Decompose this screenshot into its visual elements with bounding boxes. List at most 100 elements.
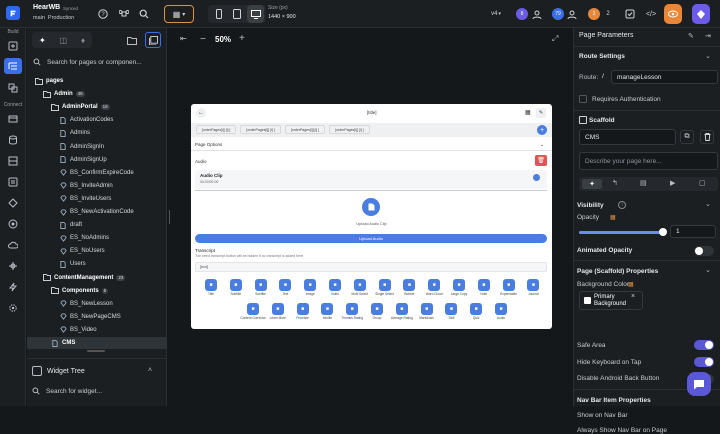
storage-icon[interactable] [4, 153, 22, 169]
upload-audio-button[interactable]: Upload Audio [195, 234, 547, 243]
chevron-down-icon[interactable]: ⌄ [705, 200, 711, 208]
backend-query-tab-icon[interactable]: ▤ [640, 179, 647, 187]
preview-icon[interactable] [664, 4, 682, 24]
phone-icon[interactable] [211, 5, 227, 23]
widget-palette-item[interactable]: ■Learn More [267, 303, 289, 320]
screen-size-value[interactable]: 1440 × 900 [268, 14, 296, 20]
scaffold-name-input[interactable]: CMS [579, 129, 676, 145]
page-tree-icon[interactable] [4, 58, 22, 74]
settings-icon[interactable] [624, 5, 636, 23]
tree-item[interactable]: AdminSignUp [27, 154, 167, 166]
animations-tab-icon[interactable]: ▶ [670, 179, 675, 187]
data-icon[interactable] [4, 132, 22, 148]
widget-palette-item[interactable]: ■Word Cloud [423, 279, 445, 296]
widget-palette-item[interactable]: ■Journal [522, 279, 544, 296]
page-chip[interactable]: [orderPages[i]] [i] ] [285, 125, 325, 134]
grid-icon[interactable]: ▦ [525, 109, 531, 116]
widget-palette-item[interactable]: ■Title [200, 279, 222, 296]
tree-item[interactable]: BS_InviteAdmin [27, 180, 167, 192]
tree-item[interactable]: ActivationCodes [27, 114, 167, 126]
run-icon[interactable] [692, 4, 710, 24]
variable-icon[interactable]: ▦ [628, 281, 634, 288]
tree-item[interactable]: AdminPortal19 [27, 101, 167, 113]
audio-player[interactable]: Audio Clip 00:00/00:00 [195, 170, 547, 189]
transcript-text-field[interactable]: [text] [195, 262, 547, 272]
chevron-down-icon[interactable]: ⌄ [705, 266, 711, 274]
widget-search[interactable]: Search for widget... [32, 387, 102, 395]
opacity-input[interactable]: 1 [670, 225, 716, 238]
page-options-label[interactable]: Page Options [195, 142, 222, 147]
requires-auth-checkbox[interactable] [579, 95, 587, 103]
tree-item[interactable]: BS_ConfirmExpireCode [27, 167, 167, 179]
visibility-heading[interactable]: Visibility [577, 202, 604, 209]
widget-palette-item[interactable]: ■Text [274, 279, 296, 296]
widget-palette-item[interactable]: ■Audio [490, 303, 512, 320]
tree-item[interactable]: ES_NoUsers [27, 245, 167, 257]
widget-palette-item[interactable]: ■Content Corrector [242, 303, 264, 320]
nav-bar-properties-heading[interactable]: Nav Bar Item Properties [577, 397, 651, 404]
edit-icon[interactable]: ✎ [536, 108, 546, 118]
variable-icon[interactable]: ▦ [610, 214, 616, 221]
route-input[interactable]: manageLesson [611, 70, 718, 84]
info-icon[interactable]: i [618, 201, 626, 209]
command-icon[interactable] [117, 5, 131, 23]
tree-item[interactable]: BS_Video [27, 324, 167, 336]
search-input[interactable]: Search for pages or componen... [47, 59, 142, 66]
clear-color-icon[interactable]: × [631, 293, 635, 300]
widget-palette-item[interactable]: ■Quiz [465, 303, 487, 320]
desktop-icon[interactable] [247, 5, 264, 23]
tree-item[interactable]: BS_InviteUsers [27, 193, 167, 205]
collab-badge[interactable]: 79 [552, 8, 564, 20]
collab-icon[interactable] [566, 5, 578, 23]
page-description-input[interactable]: Describe your page here... [579, 152, 718, 170]
page-search[interactable]: Search for pages or componen... [33, 55, 163, 69]
widget-palette-item[interactable]: ■Image [299, 279, 321, 296]
tree-item[interactable]: Users [27, 258, 167, 270]
page-scaffold-properties-heading[interactable]: Page (Scaffold) Properties [577, 268, 658, 275]
tree-item[interactable]: draft [27, 219, 167, 231]
app-logo[interactable] [6, 6, 20, 20]
chevron-down-icon[interactable]: ⌄ [705, 52, 711, 60]
widget-palette-item[interactable]: ■Thumbs Rating [341, 303, 363, 320]
tree-item[interactable]: CMS [27, 337, 167, 349]
widget-palette-item[interactable]: ■Carousel [547, 279, 552, 296]
upload-file-icon[interactable] [362, 198, 380, 216]
widget-search-input[interactable]: Search for widget... [46, 388, 102, 395]
tree-item[interactable]: ES_NoAdmins [27, 232, 167, 244]
play-icon[interactable] [533, 174, 540, 181]
opacity-slider[interactable] [579, 231, 665, 234]
tree-item[interactable]: BS_NewPageCMS [27, 311, 167, 323]
gem-view-icon[interactable]: ♦ [81, 36, 85, 45]
chevron-down-icon[interactable]: ⌄ [540, 142, 544, 148]
tree-item[interactable]: BS_NewActivationCode [27, 206, 167, 218]
widget-palette-item[interactable]: ■Single Select [374, 279, 396, 296]
copy-icon[interactable]: ⧉ [680, 130, 694, 144]
page-chip[interactable]: [orderPages[i]] [i] ] [240, 125, 280, 134]
widget-palette-item[interactable]: ■Bubble [398, 279, 420, 296]
state-icon[interactable] [4, 174, 22, 190]
integrations-icon[interactable] [4, 258, 22, 274]
actions-tab-icon[interactable]: ↰ [612, 179, 618, 187]
widget-palette-item[interactable]: ■Expandable [498, 279, 520, 296]
audio-progress-bar[interactable] [195, 190, 547, 191]
widget-tree-header[interactable]: Widget Tree [32, 366, 85, 376]
route-settings-heading[interactable]: Route Settings [579, 53, 625, 60]
widget-palette-item[interactable]: ■Subtitle [225, 279, 247, 296]
tree-item[interactable]: Admin46 [27, 88, 167, 100]
zoom-out-button[interactable]: − [200, 34, 206, 45]
branch-env[interactable]: main Production [33, 15, 74, 21]
widget-palette-item[interactable]: ■Multi Select [349, 279, 371, 296]
collapse-panel-icon[interactable]: ⇤ [180, 34, 187, 43]
widget-palette-item[interactable]: ■Skill [440, 303, 462, 320]
widget-palette-item[interactable]: ■Large Copy [448, 279, 470, 296]
tablet-icon[interactable] [229, 5, 245, 23]
tree-item[interactable]: AdminSignIn [27, 141, 167, 153]
widget-palette-item[interactable]: ■Markdown [416, 303, 438, 320]
component-icon[interactable] [4, 195, 22, 211]
page-preview[interactable]: ← [title] ▦ ✎ [orderPages[i]] [i] ][orde… [191, 104, 552, 329]
settings-icon[interactable] [4, 300, 22, 316]
help-icon[interactable]: ? [96, 5, 110, 23]
widget-palette-item[interactable]: ■Infolife [316, 303, 338, 320]
lightning-icon[interactable] [4, 279, 22, 295]
add-page-icon[interactable] [145, 32, 161, 48]
